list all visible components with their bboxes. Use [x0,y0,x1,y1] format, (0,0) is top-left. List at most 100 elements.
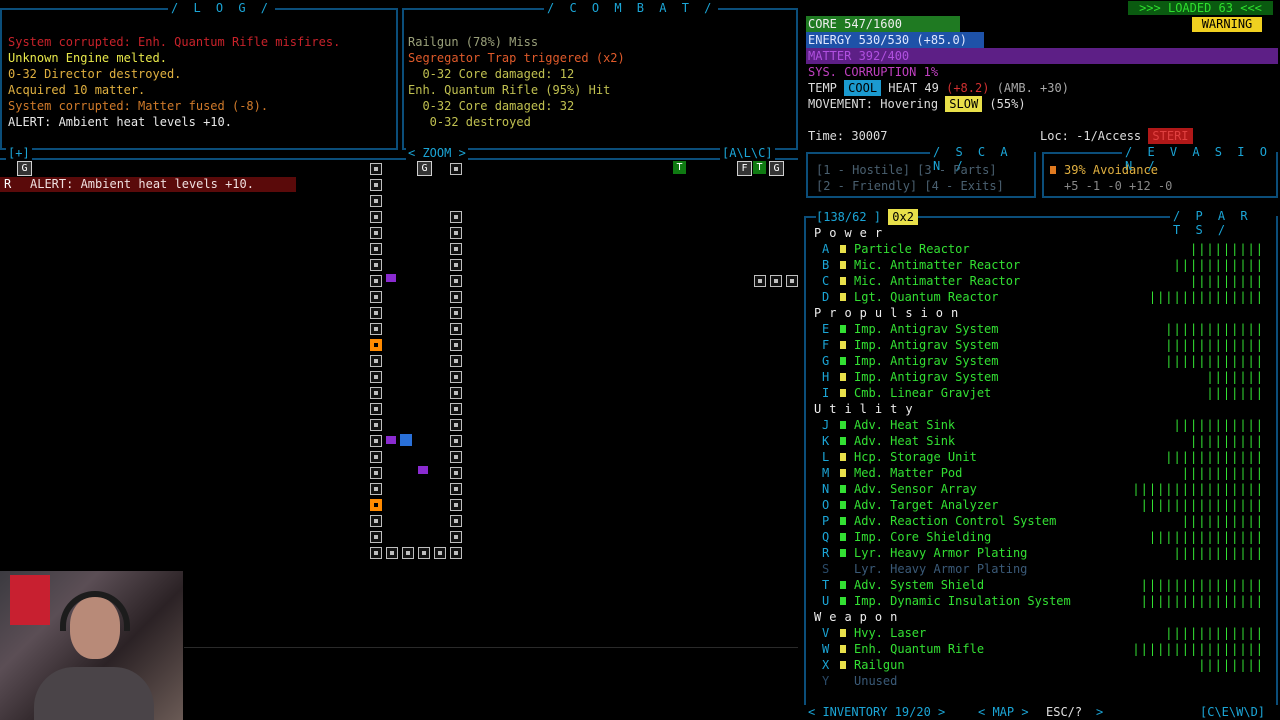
part-slot-q[interactable]: Q Imp. Core Shielding |||||||||||||| [814,529,1274,545]
part-slot-n[interactable]: N Adv. Sensor Array |||||||||||||||| [814,481,1274,497]
part-key: G [822,354,830,368]
part-integrity-bar: |||||||||||| [1165,338,1264,352]
combat-line: Railgun (78%) Miss [408,35,539,49]
enemy-robot-1[interactable] [386,274,396,282]
part-slot-b[interactable]: B Mic. Antimatter Reactor ||||||||||| [814,257,1274,273]
wall-tile [450,243,462,255]
part-integrity-bar: ||||||||| [1189,274,1264,288]
marker-g-right[interactable]: G [769,161,784,176]
part-integrity-bar: ||||||||||||||| [1140,594,1264,608]
location-tag: STERI [1148,128,1193,144]
part-integrity-bar: |||||||||||||||| [1132,642,1264,656]
map-options-toggle[interactable]: [+] [6,146,32,160]
part-key: H [822,370,830,384]
evasion-panel: / E V A S I O N / 39% Avoidance +5 -1 -0… [1042,145,1278,198]
enemy-robot-3[interactable] [418,466,428,474]
avoidance-icon [1050,166,1056,174]
part-slot-t[interactable]: T Adv. System Shield ||||||||||||||| [814,577,1274,593]
part-slot-u[interactable]: U Imp. Dynamic Insulation System |||||||||… [814,593,1274,609]
part-key: U [822,594,830,608]
part-integrity-bar: |||||||||||| [1165,450,1264,464]
part-name: Lyr. Heavy Armor Plating [854,546,1028,560]
footer-view-toggle[interactable]: [C\E\W\D] [1200,705,1265,720]
part-status-icon [840,597,846,605]
inventory-tab[interactable]: < INVENTORY 19/20 > [808,705,945,720]
part-slot-l[interactable]: L Hcp. Storage Unit |||||||||||| [814,449,1274,465]
wall-tile [450,371,462,383]
scan-hostile-parts[interactable]: [1 - Hostile] [3 - Parts] [816,162,997,178]
part-key: V [822,626,830,640]
part-slot-y[interactable]: Y Unused [814,673,1274,689]
marker-t[interactable]: T [753,161,766,174]
part-name: Imp. Dynamic Insulation System [854,594,1071,608]
wall-tile [370,275,382,287]
scan-friendly-exits[interactable]: [2 - Friendly] [4 - Exits] [816,178,1004,194]
marker-g-mid[interactable]: G [417,161,432,176]
part-status-icon [840,437,846,445]
part-integrity-bar: ||||||||| [1189,242,1264,256]
part-slot-f[interactable]: F Imp. Antigrav System |||||||||||| [814,337,1274,353]
player-robot[interactable] [400,434,412,446]
part-slot-g[interactable]: G Imp. Antigrav System |||||||||||| [814,353,1274,369]
map-mode-toggle[interactable]: [A\L\C] [720,146,775,160]
part-key: I [822,386,830,400]
wall-tile [450,531,462,543]
part-name: Cmb. Linear Gravjet [854,386,992,400]
log-line: System corrupted: Matter fused (-8). [8,99,269,113]
part-status-icon [840,629,846,637]
part-slot-k[interactable]: K Adv. Heat Sink ||||||||| [814,433,1274,449]
part-slot-j[interactable]: J Adv. Heat Sink ||||||||||| [814,417,1274,433]
part-slot-e[interactable]: E Imp. Antigrav System |||||||||||| [814,321,1274,337]
esc-help-arrow: > [1096,705,1104,719]
warning-badge: WARNING [1192,17,1262,32]
part-slot-h[interactable]: H Imp. Antigrav System ||||||| [814,369,1274,385]
part-integrity-bar: |||||||||||| [1165,322,1264,336]
footer-bar: < INVENTORY 19/20 > < MAP > ESC/? > [C\E… [804,705,1280,720]
part-name: Adv. Heat Sink [854,434,956,448]
zoom-control[interactable]: < ZOOM > [406,146,468,160]
part-integrity-bar: ||||||||||||||| [1140,578,1264,592]
part-slot-o[interactable]: O Adv. Target Analyzer ||||||||||||||| [814,497,1274,513]
part-name: Imp. Antigrav System [854,370,999,384]
part-status-icon [840,293,846,301]
part-slot-r[interactable]: R Lyr. Heavy Armor Plating ||||||||||| [814,545,1274,561]
part-name: Lyr. Heavy Armor Plating [854,562,1028,576]
part-key: O [822,498,830,512]
part-slot-w[interactable]: W Enh. Quantum Rifle |||||||||||||||| [814,641,1274,657]
part-name: Med. Matter Pod [854,466,963,480]
part-integrity-bar: |||||||||||| [1165,354,1264,368]
wall-tile [370,179,382,191]
part-slot-v[interactable]: V Hvy. Laser |||||||||||| [814,625,1274,641]
part-name: Hcp. Storage Unit [854,450,977,464]
part-slot-d[interactable]: D Lgt. Quantum Reactor |||||||||||||| [814,289,1274,305]
part-slot-c[interactable]: C Mic. Antimatter Reactor ||||||||| [814,273,1274,289]
part-slot-x[interactable]: X Railgun |||||||| [814,657,1274,673]
location-readout: Loc: -1/Access STERI [1040,128,1193,144]
map-tab[interactable]: < MAP > [978,705,1029,720]
part-name: Hvy. Laser [854,626,927,640]
part-integrity-bar: ||||||||||| [1173,546,1264,560]
part-slot-p[interactable]: P Adv. Reaction Control System |||||||||| [814,513,1274,529]
marker-g-left[interactable]: G [17,161,32,176]
part-integrity-bar: ||||||||| [1189,434,1264,448]
marker-f[interactable]: F [737,161,752,176]
evasion-values: +5 -1 -0 +12 -0 [1064,179,1173,193]
door-tile [370,499,382,511]
flag-decoration [10,575,50,625]
part-slot-m[interactable]: M Med. Matter Pod |||||||||| [814,465,1274,481]
movement-status: MOVEMENT: Hovering SLOW (55%) [808,96,1026,112]
parts-section-power: Power [814,226,891,240]
matter-status: MATTER 392/400 [806,48,1278,64]
wall-tile [370,371,382,383]
esc-help-button[interactable]: ESC/? [1046,705,1082,720]
parts-section-weapon: Weapon [814,610,906,624]
part-slot-s[interactable]: S Lyr. Heavy Armor Plating [814,561,1274,577]
part-slot-i[interactable]: I Cmb. Linear Gravjet ||||||| [814,385,1274,401]
marker-t-green[interactable]: T [673,161,686,174]
part-slot-a[interactable]: A Particle Reactor ||||||||| [814,241,1274,257]
alert-bar: R ALERT: Ambient heat levels +10. [0,177,296,192]
parts-section-propulsion: Propulsion [814,306,967,320]
parts-section-utility: Utility [814,402,921,416]
part-status-icon [840,565,846,573]
enemy-robot-2[interactable] [386,436,396,444]
